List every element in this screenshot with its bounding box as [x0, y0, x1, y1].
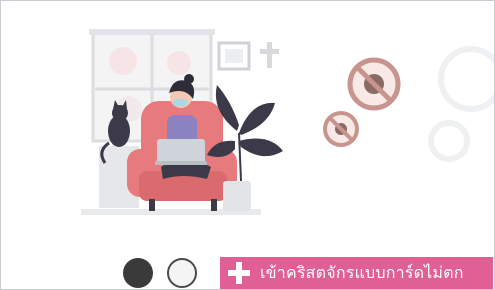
- banner-text: เข้าคริสตจักรแบบการ์ดไม่ตก: [260, 262, 464, 282]
- picture-frame-icon: [217, 41, 251, 71]
- banner-bar: เข้าคริสตจักรแบบการ์ดไม่ตก: [220, 257, 493, 289]
- wall-cross-icon: [260, 42, 279, 68]
- illustration-card: เข้าคริสตจักรแบบการ์ดไม่ตก: [0, 0, 495, 290]
- cross-icon: [228, 262, 250, 284]
- faint-virus-icon: [428, 46, 494, 162]
- forbidden-virus-icon-large: [347, 57, 401, 111]
- forbidden-virus-icon-small: [323, 111, 359, 147]
- work-from-home-illustration: [81, 29, 494, 215]
- seal-logo-icon: [167, 258, 197, 288]
- dove-logo-icon: [123, 258, 153, 288]
